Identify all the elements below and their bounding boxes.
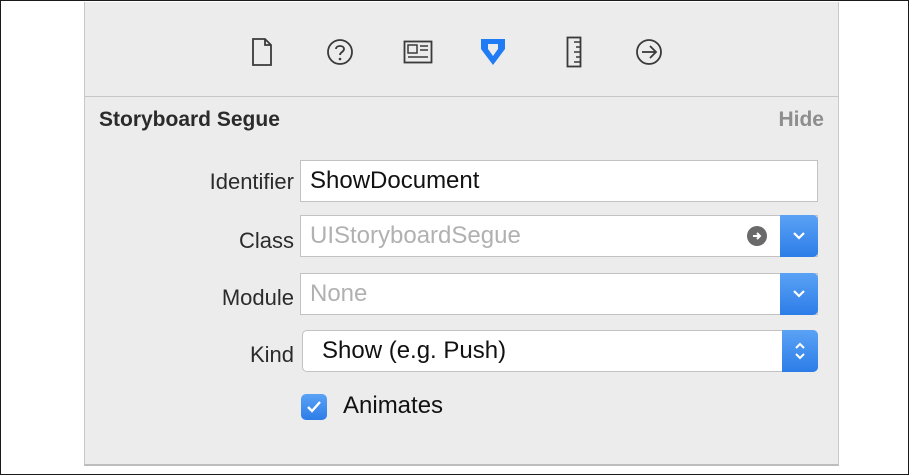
kind-label: Kind (249, 342, 294, 367)
file-inspector-icon[interactable] (247, 34, 277, 70)
section-title: Storyboard Segue (99, 108, 280, 131)
inspector-panel: Storyboard Segue Hide Identifier ShowDoc… (84, 2, 839, 466)
module-label: Module (221, 285, 294, 310)
quick-help-icon[interactable] (325, 34, 355, 70)
kind-value: Show (e.g. Push) (322, 337, 507, 364)
up-down-chevrons-icon (795, 342, 805, 360)
chevron-down-icon (793, 232, 805, 240)
class-field[interactable]: UIStoryboardSegue (300, 215, 818, 257)
class-dropdown-button[interactable] (780, 215, 818, 257)
screenshot-frame: Storyboard Segue Hide Identifier ShowDoc… (0, 0, 909, 475)
hide-button[interactable]: Hide (778, 108, 824, 132)
module-dropdown-button[interactable] (780, 273, 818, 315)
inspector-toolbar (85, 2, 838, 97)
arrow-right-circle-icon[interactable] (747, 226, 767, 246)
size-inspector-icon[interactable] (559, 34, 589, 70)
attributes-inspector-icon[interactable] (478, 34, 508, 70)
animates-label: Animates (343, 392, 444, 419)
checkmark-icon (307, 401, 321, 413)
class-placeholder: UIStoryboardSegue (310, 222, 521, 249)
module-placeholder: None (310, 280, 368, 307)
connections-inspector-icon[interactable] (634, 34, 664, 70)
identity-inspector-icon[interactable] (403, 34, 433, 70)
class-label: Class (238, 228, 294, 253)
animates-checkbox[interactable] (301, 394, 327, 420)
module-field[interactable]: None (300, 273, 818, 315)
kind-stepper-button[interactable] (782, 330, 818, 372)
identifier-label: Identifier (209, 169, 294, 194)
chevron-down-icon (793, 290, 805, 298)
identifier-field[interactable]: ShowDocument (300, 160, 818, 202)
kind-popup[interactable]: Show (e.g. Push) (302, 330, 818, 372)
